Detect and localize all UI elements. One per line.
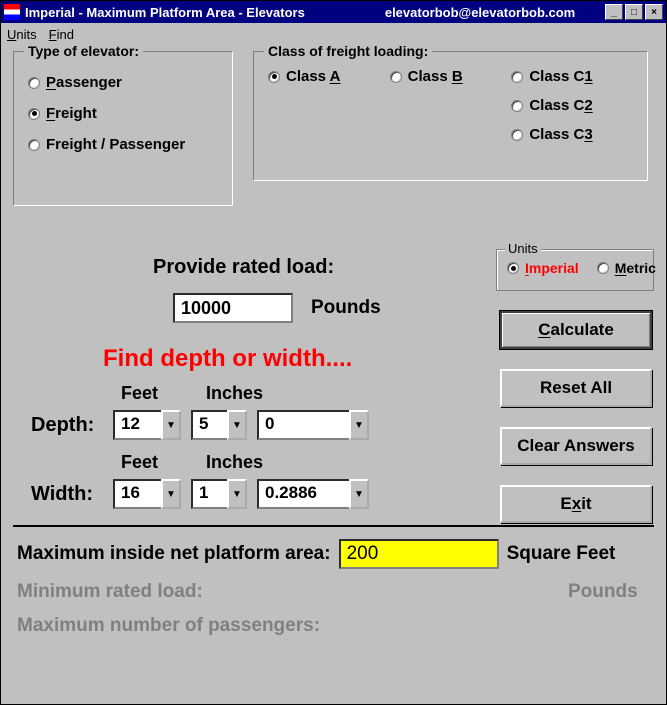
radio-metric[interactable]: Metric bbox=[597, 260, 656, 276]
width-label: Width: bbox=[31, 483, 103, 506]
units-groupbox: Units Imperial Metric bbox=[496, 249, 654, 291]
radio-class-a[interactable]: Class A bbox=[268, 68, 390, 85]
area-result-row: Maximum inside net platform area: Square… bbox=[17, 539, 650, 569]
radio-dot-icon bbox=[28, 77, 40, 89]
min-load-row: Minimum rated load: Pounds bbox=[17, 581, 650, 603]
menubar: Units Find bbox=[1, 23, 666, 45]
chevron-down-icon[interactable]: ▼ bbox=[349, 410, 369, 440]
radio-class-c2[interactable]: Class C2 bbox=[511, 97, 633, 114]
radio-freight-passenger[interactable]: Freight / Passenger bbox=[28, 136, 218, 153]
class-group-title: Class of freight loading: bbox=[264, 43, 432, 59]
menu-units[interactable]: Units bbox=[7, 27, 37, 42]
width-inches-combo[interactable]: 1 ▼ bbox=[191, 479, 247, 509]
radio-dot-icon bbox=[597, 262, 609, 274]
close-button[interactable]: × bbox=[645, 4, 663, 20]
radio-dot-icon bbox=[268, 71, 280, 83]
class-groupbox: Class of freight loading: Class A Class … bbox=[253, 51, 648, 181]
maximize-button[interactable]: □ bbox=[625, 4, 643, 20]
depth-inches-combo[interactable]: 5 ▼ bbox=[191, 410, 247, 440]
window-title: Imperial - Maximum Platform Area - Eleva… bbox=[25, 5, 305, 20]
radio-dot-icon bbox=[511, 71, 523, 83]
radio-dot-icon bbox=[511, 129, 523, 141]
depth-feet-combo[interactable]: 12 ▼ bbox=[113, 410, 181, 440]
min-load-label: Minimum rated load: bbox=[17, 581, 203, 603]
radio-passenger[interactable]: Passenger bbox=[28, 74, 218, 91]
clear-answers-button[interactable]: Clear Answers bbox=[500, 427, 652, 465]
titlebar: Imperial - Maximum Platform Area - Eleva… bbox=[1, 1, 666, 23]
divider bbox=[13, 525, 654, 527]
area-label: Maximum inside net platform area: bbox=[17, 543, 331, 565]
exit-button[interactable]: Exit bbox=[500, 485, 652, 523]
chevron-down-icon[interactable]: ▼ bbox=[227, 410, 247, 440]
feet-header: Feet bbox=[121, 383, 158, 404]
chevron-down-icon[interactable]: ▼ bbox=[227, 479, 247, 509]
type-group-title: Type of elevator: bbox=[24, 43, 143, 59]
feet-header-2: Feet bbox=[121, 452, 158, 473]
chevron-down-icon[interactable]: ▼ bbox=[161, 479, 181, 509]
app-icon bbox=[4, 4, 20, 20]
radio-freight[interactable]: Freight bbox=[28, 105, 218, 122]
radio-dot-icon bbox=[28, 108, 40, 120]
reset-all-button[interactable]: Reset All bbox=[500, 369, 652, 407]
radio-class-c1[interactable]: Class C1 bbox=[511, 68, 633, 85]
max-pass-row: Maximum number of passengers: bbox=[17, 615, 650, 637]
inches-header: Inches bbox=[206, 383, 263, 404]
calculate-button[interactable]: Calculate bbox=[500, 311, 652, 349]
menu-find[interactable]: Find bbox=[49, 27, 74, 42]
rated-load-unit: Pounds bbox=[311, 297, 381, 319]
chevron-down-icon[interactable]: ▼ bbox=[161, 410, 181, 440]
area-value[interactable] bbox=[339, 539, 499, 569]
radio-dot-icon bbox=[511, 100, 523, 112]
depth-frac-combo[interactable]: 0 ▼ bbox=[257, 410, 369, 440]
radio-imperial[interactable]: Imperial bbox=[507, 260, 579, 276]
area-unit: Square Feet bbox=[507, 543, 616, 565]
minimize-button[interactable]: _ bbox=[605, 4, 623, 20]
rated-load-input[interactable] bbox=[173, 293, 293, 323]
depth-label: Depth: bbox=[31, 414, 103, 437]
chevron-down-icon[interactable]: ▼ bbox=[349, 479, 369, 509]
app-window: Imperial - Maximum Platform Area - Eleva… bbox=[0, 0, 667, 705]
radio-class-b[interactable]: Class B bbox=[390, 68, 512, 85]
width-frac-combo[interactable]: 0.2886 ▼ bbox=[257, 479, 369, 509]
radio-dot-icon bbox=[390, 71, 402, 83]
type-groupbox: Type of elevator: Passenger Freight Frei… bbox=[13, 51, 233, 206]
width-feet-combo[interactable]: 16 ▼ bbox=[113, 479, 181, 509]
radio-dot-icon bbox=[28, 139, 40, 151]
window-controls: _ □ × bbox=[605, 4, 663, 20]
radio-class-c3[interactable]: Class C3 bbox=[511, 126, 633, 143]
min-load-unit: Pounds bbox=[568, 581, 650, 603]
inches-header-2: Inches bbox=[206, 452, 263, 473]
radio-dot-icon bbox=[507, 262, 519, 274]
window-email: elevatorbob@elevatorbob.com bbox=[385, 5, 605, 20]
units-title: Units bbox=[505, 241, 541, 256]
max-pass-label: Maximum number of passengers: bbox=[17, 615, 320, 637]
